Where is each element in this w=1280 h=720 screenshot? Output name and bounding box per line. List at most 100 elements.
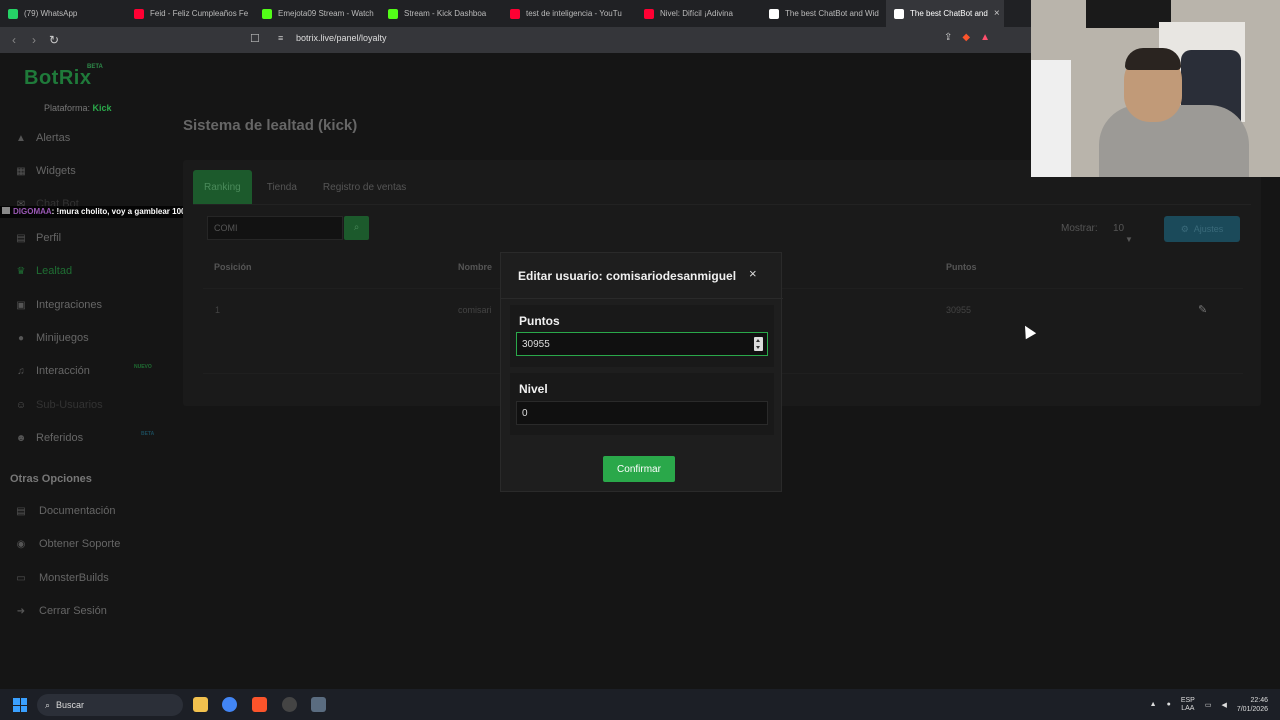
sidebar-item-alertas[interactable]: ▲ Alertas — [14, 132, 70, 144]
network-icon[interactable]: ▭ — [1205, 701, 1212, 709]
points-input[interactable]: 30955 — [516, 332, 768, 356]
search-button[interactable]: ⌕ — [344, 216, 369, 240]
calculator-icon[interactable] — [311, 697, 326, 712]
chat-badge-icon — [2, 207, 10, 214]
browser-tab[interactable]: Nivel: Difícil ¡Adivina — [636, 0, 761, 27]
nuevo-badge: NUEVO — [134, 364, 152, 370]
chat-username: DIGOMAA — [13, 207, 52, 216]
taskbar-search[interactable]: ⌕ Buscar — [37, 694, 183, 716]
tab-label: Emejota09 Stream - Watch — [278, 9, 374, 18]
share-icon[interactable]: ⇪ — [944, 32, 952, 43]
volume-icon[interactable]: ◀ — [1221, 701, 1226, 709]
gear-icon: ⚙ — [1180, 223, 1189, 234]
page-size-value: 10 — [1113, 223, 1125, 234]
ajustes-button[interactable]: ⚙ Ajustes — [1164, 216, 1240, 242]
profile-icon: ▤ — [16, 232, 26, 244]
tab-favicon-icon — [8, 8, 18, 19]
obs-icon[interactable] — [282, 697, 297, 712]
chevron-up-icon[interactable]: ▲ — [1150, 701, 1157, 708]
referrals-icon: ☻ — [15, 432, 27, 444]
tab-tienda[interactable]: Tienda — [256, 170, 308, 204]
sidebar-item-integraciones[interactable]: ▣ Integraciones — [14, 299, 102, 311]
botrix-logo[interactable]: BotRix — [24, 67, 91, 90]
cell-position: 1 — [215, 305, 221, 315]
webcam-door — [1031, 60, 1071, 177]
search-input[interactable]: COMI — [207, 216, 343, 240]
clock[interactable]: 22:46 7/01/2026 — [1237, 696, 1268, 714]
th-nombre[interactable]: Nombre — [458, 262, 492, 272]
sidebar-item-documentaci-n[interactable]: ▤ Documentación — [14, 505, 115, 517]
bookmark-icon[interactable]: ☐ — [250, 32, 260, 45]
number-spinner[interactable] — [754, 337, 763, 351]
sidebar-item-interacci-n[interactable]: ♫ Interacción — [14, 365, 90, 377]
reload-icon[interactable]: ↻ — [44, 33, 64, 47]
loyalty-tabs: Ranking Tienda Registro de ventas — [193, 170, 417, 204]
gamepad-icon: ● — [17, 332, 25, 344]
sidebar-item-lealtad[interactable]: ♛ Lealtad — [14, 265, 73, 277]
chrome-icon[interactable] — [222, 697, 237, 712]
browser-tab[interactable]: The best ChatBot and Wid — [761, 0, 886, 27]
sub-users-icon: ☺ — [15, 399, 27, 411]
tab-label: Feid - Feliz Cumpleaños Fe — [150, 9, 249, 18]
brave-icon[interactable] — [252, 697, 267, 712]
integrations-icon: ▣ — [16, 299, 26, 311]
points-field-group: Puntos 30955 — [510, 305, 774, 367]
back-icon[interactable]: ‹ — [4, 33, 24, 47]
tab-label: The best ChatBot and Wid — [785, 9, 879, 18]
platform-label: Plataforma: — [44, 103, 91, 113]
search-icon: ⌕ — [45, 699, 51, 710]
forward-icon[interactable]: › — [24, 33, 44, 47]
page-size-select[interactable]: 10 ▼ — [1107, 217, 1152, 244]
tab-label: Nivel: Difícil ¡Adivina — [660, 9, 733, 18]
windows-start-icon[interactable] — [13, 698, 27, 712]
tab-close-icon[interactable]: × — [994, 8, 1000, 19]
browser-tab[interactable]: test de inteligencia - YouTu — [502, 0, 636, 27]
sidebar-item-perfil[interactable]: ▤ Perfil — [14, 232, 61, 244]
page-title: Sistema de lealtad (kick) — [183, 117, 358, 134]
trophy-icon: ♛ — [16, 265, 26, 277]
sidebar-item-monsterbuilds[interactable]: ▭ MonsterBuilds — [14, 572, 108, 584]
modal-header: Editar usuario: comisariodesanmiguel × — [501, 253, 783, 299]
browser-tab[interactable]: The best ChatBot and × — [886, 0, 1004, 27]
modal-title: Editar usuario: comisariodesanmiguel — [518, 269, 737, 283]
edit-user-modal: Editar usuario: comisariodesanmiguel × P… — [500, 252, 783, 492]
microphone-icon[interactable]: ● — [1167, 701, 1171, 708]
tab-favicon-icon — [262, 8, 272, 19]
ajustes-label: Ajustes — [1193, 224, 1224, 234]
confirm-button[interactable]: Confirmar — [603, 456, 675, 482]
sidebar-item-widgets[interactable]: ▦ Widgets — [14, 165, 75, 177]
url-field[interactable]: botrix.live/panel/loyalty — [296, 33, 387, 43]
sidebar-item-minijuegos[interactable]: ● Minijuegos — [14, 332, 89, 344]
browser-tab[interactable]: (79) WhatsApp — [0, 0, 126, 27]
sidebar-item-label: Obtener Soporte — [39, 538, 121, 550]
windows-taskbar: ⌕ Buscar ▲ ● ESP LAA ▭ ◀ 22:46 7/01/2026 — [0, 689, 1280, 720]
webcam-person-hair — [1125, 48, 1181, 70]
th-puntos[interactable]: Puntos — [946, 262, 977, 272]
file-explorer-icon[interactable] — [193, 697, 208, 712]
level-input[interactable]: 0 — [516, 401, 768, 425]
browser-tab[interactable]: Feid - Feliz Cumpleaños Fe — [126, 0, 254, 27]
tab-divider — [193, 204, 1251, 205]
brave-shield-icon[interactable]: ◆ — [962, 32, 970, 43]
browser-tab[interactable]: Stream - Kick Dashboa — [380, 0, 502, 27]
tab-favicon-icon — [510, 8, 520, 19]
tab-ranking[interactable]: Ranking — [193, 170, 252, 204]
mostrar-label: Mostrar: — [1061, 223, 1098, 234]
th-posicion[interactable]: Posición — [214, 262, 252, 272]
lang-line1: ESP — [1180, 696, 1195, 704]
time: 22:46 — [1250, 696, 1268, 704]
platform-value: Kick — [92, 103, 112, 113]
sidebar-item-sub-usuarios[interactable]: ☺ Sub-Usuarios — [14, 399, 103, 411]
sidebar-item-referidos[interactable]: ☻ Referidos — [14, 432, 83, 444]
rewards-icon[interactable]: ▲ — [980, 32, 990, 43]
sidebar-item-cerrar-sesi-n[interactable]: ➜ Cerrar Sesión — [14, 605, 107, 617]
close-icon[interactable]: × — [749, 266, 757, 281]
sidebar-item-obtener-soporte[interactable]: ◉ Obtener Soporte — [14, 538, 121, 550]
language-indicator[interactable]: ESP LAA — [1181, 697, 1195, 713]
site-settings-icon[interactable]: ≡ — [278, 33, 283, 43]
tab-label: test de inteligencia - YouTu — [526, 9, 622, 18]
tab-registro-ventas[interactable]: Registro de ventas — [312, 170, 417, 204]
edit-icon[interactable]: ✎ — [1198, 303, 1207, 316]
browser-tab[interactable]: Emejota09 Stream - Watch — [254, 0, 380, 27]
tab-label: The best ChatBot and — [910, 9, 988, 18]
